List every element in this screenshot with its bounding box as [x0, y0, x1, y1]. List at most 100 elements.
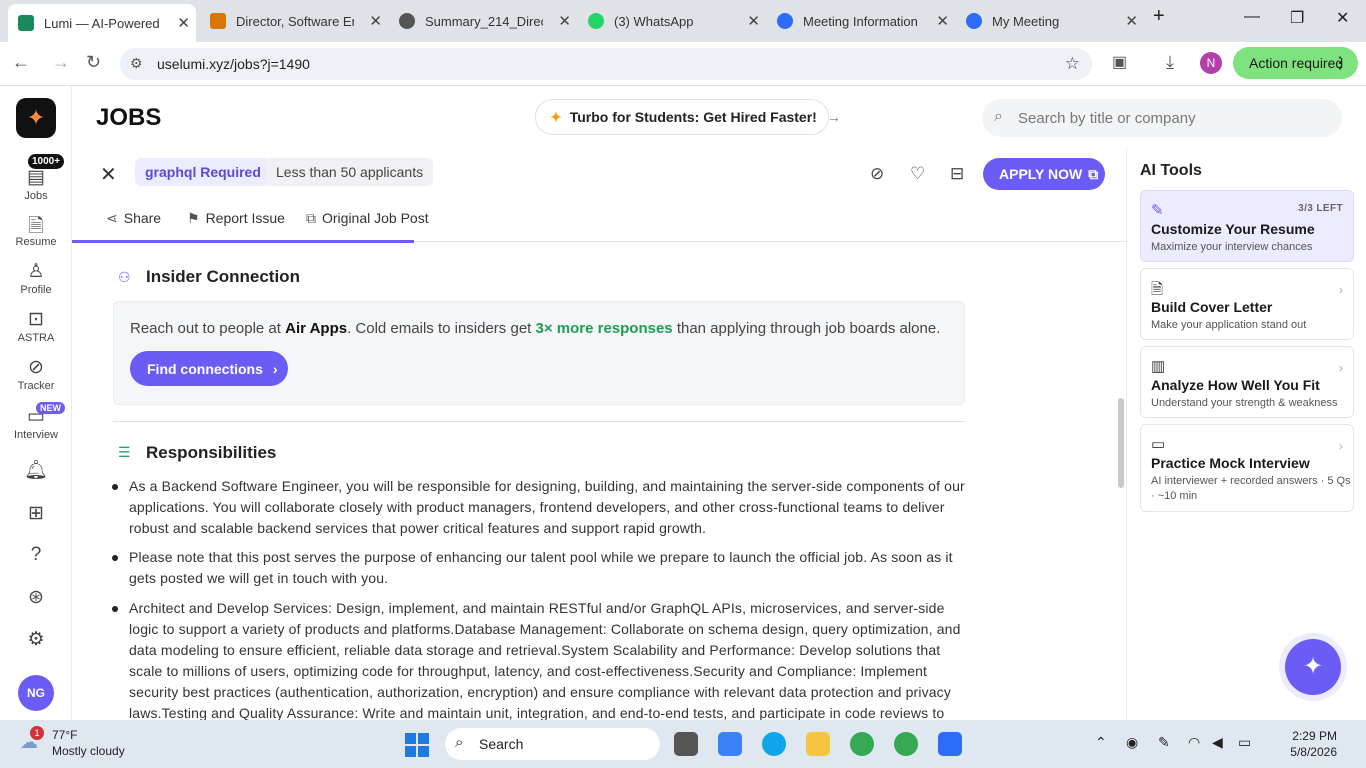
sidebar-item-jobs[interactable]: ▤ Jobs — [0, 166, 72, 202]
chevron-right-icon: › — [1339, 283, 1343, 297]
security-icon[interactable]: ◉ — [1126, 734, 1138, 751]
show-hidden-icons-icon[interactable]: ⌃ — [1095, 734, 1107, 751]
job-description-content: ⚇ Insider Connection Reach out to people… — [88, 243, 1100, 720]
file-explorer-icon[interactable] — [806, 732, 830, 756]
screen-cast-icon[interactable]: ▣ — [1112, 52, 1127, 72]
clock[interactable]: 2:29 PM 5/8/2026 — [1277, 728, 1337, 760]
customize-resume-card[interactable]: ✎ 3/3 LEFT Customize Your Resume Maximiz… — [1140, 190, 1354, 262]
archive-icon[interactable]: ⊟ — [950, 164, 964, 184]
start-button[interactable] — [405, 733, 429, 757]
close-tab-icon[interactable]: ✕ — [558, 12, 571, 30]
close-tab-icon[interactable]: ✕ — [747, 12, 760, 30]
gift-icon: ⊞ — [28, 503, 44, 524]
zoom-icon — [966, 13, 982, 29]
zoom-icon[interactable] — [938, 732, 962, 756]
share-button[interactable]: ⋖ Share — [106, 210, 161, 227]
lumi-logo-icon[interactable]: ✦ — [16, 98, 56, 138]
sidebar-item-notifications[interactable]: 🔔︎ — [0, 458, 72, 481]
tab-title: Lumi — AI-Powered Jc — [44, 15, 162, 31]
battery-icon[interactable]: ▭ — [1238, 734, 1251, 751]
chrome-profile-icon[interactable] — [894, 732, 918, 756]
scrollbar[interactable] — [1116, 243, 1126, 720]
ai-assistant-fab[interactable]: ✦ — [1285, 639, 1341, 695]
list-check-icon: ☰ — [118, 444, 131, 460]
sidebar-item-help[interactable]: ? — [0, 544, 72, 566]
close-tab-icon[interactable]: ✕ — [177, 14, 190, 32]
sidebar-item-profile[interactable]: ♙ Profile — [0, 260, 72, 296]
url-text[interactable]: uselumi.xyz/jobs?j=1490 — [157, 56, 310, 72]
sidebar-item-support[interactable]: ⊛ — [0, 586, 72, 608]
sidebar-item-tracker[interactable]: ⊘ Tracker — [0, 356, 72, 392]
address-bar[interactable]: ⚙ uselumi.xyz/jobs?j=1490 ☆ — [120, 48, 1092, 80]
person-icon: ♙ — [27, 261, 45, 282]
share-icon: ⋖ — [106, 210, 118, 226]
tab-lumi[interactable]: Lumi — AI-Powered Jc ✕ — [8, 4, 196, 42]
tab-title: (3) WhatsApp — [614, 13, 694, 29]
sidebar-item-resume[interactable]: 🗎 Resume — [0, 212, 72, 248]
forward-icon[interactable]: → — [52, 52, 70, 73]
close-tab-icon[interactable]: ✕ — [369, 12, 382, 30]
volume-icon[interactable]: ◀ — [1212, 734, 1223, 751]
more-menu-icon[interactable]: ⋮ — [1332, 53, 1348, 73]
check-circle-icon: ⊘ — [28, 357, 44, 378]
original-job-post-link[interactable]: ⧉ Original Job Post — [306, 210, 429, 227]
promo-label: Turbo for Students: Get Hired Faster! — [569, 109, 817, 125]
bookmark-star-icon[interactable]: ☆ — [1065, 54, 1080, 74]
tab-meeting-info[interactable]: Meeting Information ✕ — [767, 5, 955, 37]
heart-icon[interactable]: ♡ — [910, 164, 925, 184]
close-window-icon[interactable]: ✕ — [1336, 8, 1349, 28]
sidebar-item-settings[interactable]: ⚙ — [0, 628, 72, 650]
scrollbar-thumb[interactable] — [1118, 398, 1124, 488]
back-icon[interactable]: ← — [12, 52, 30, 73]
time: 2:29 PM — [1292, 729, 1337, 743]
chevron-right-icon: › — [272, 361, 278, 377]
browser-toolbar: ← → ↻ ⚙ uselumi.xyz/jobs?j=1490 ☆ ▣ ⤓ N … — [0, 42, 1366, 86]
video-icon: ▭ — [1151, 436, 1166, 453]
action-required-label: Action required — [1249, 55, 1344, 71]
tab-my-meeting[interactable]: My Meeting ✕ — [956, 5, 1144, 37]
taskbar-search[interactable]: ⌕ Search — [445, 728, 660, 760]
build-cover-letter-card[interactable]: 🗎 › Build Cover Letter Make your applica… — [1140, 268, 1354, 340]
maximize-icon[interactable]: ❐ — [1290, 8, 1304, 28]
edge-icon[interactable] — [762, 732, 786, 756]
chrome-icon[interactable] — [850, 732, 874, 756]
site-info-icon[interactable]: ⚙ — [130, 55, 143, 72]
copilot-icon[interactable] — [718, 732, 742, 756]
hide-icon[interactable]: ⊘ — [870, 164, 884, 184]
download-icon[interactable]: ⤓ — [1166, 52, 1174, 73]
ai-tools-title: AI Tools — [1140, 162, 1202, 179]
find-connections-button[interactable]: Find connections › — [130, 351, 288, 386]
user-avatar[interactable]: NG — [18, 675, 54, 711]
tab-director[interactable]: Director, Software Eng ✕ — [200, 5, 388, 37]
share-label: Share — [123, 210, 162, 226]
tab-summary[interactable]: Summary_214_Directo ✕ — [389, 5, 577, 37]
chevron-right-icon: › — [1339, 439, 1343, 453]
pen-icon[interactable]: ✎ — [1158, 734, 1170, 751]
turbo-promo-button[interactable]: ✦ Turbo for Students: Get Hired Faster! → — [535, 99, 841, 135]
new-tab-icon[interactable]: + — [1153, 5, 1165, 28]
analyze-fit-card[interactable]: ▥ › Analyze How Well You Fit Understand … — [1140, 346, 1354, 418]
close-icon[interactable]: ✕ — [100, 162, 117, 187]
job-search-input[interactable]: ⌕ Search by title or company — [982, 99, 1342, 137]
apply-now-button[interactable]: APPLY NOW ⧉ — [983, 158, 1105, 190]
skill-required-tag: graphql Required — [135, 158, 271, 186]
close-tab-icon[interactable]: ✕ — [936, 12, 949, 30]
sidebar-item-rewards[interactable]: ⊞ — [0, 502, 72, 524]
tool-title: Customize Your Resume — [1151, 221, 1315, 237]
sidebar-item-astra[interactable]: ⊡ ASTRA — [0, 308, 72, 344]
wifi-icon[interactable]: ◠ — [1188, 734, 1200, 751]
action-required-button[interactable]: Action required ⋮ — [1233, 47, 1358, 79]
flag-icon: ⚑ — [187, 210, 200, 226]
task-view-icon[interactable] — [674, 732, 698, 756]
search-placeholder: Search by title or company — [1018, 110, 1196, 127]
report-issue-button[interactable]: ⚑ Report Issue — [187, 210, 285, 227]
reload-icon[interactable]: ↻ — [86, 52, 101, 73]
profile-avatar[interactable]: N — [1200, 52, 1222, 74]
mock-interview-card[interactable]: ▭ › Practice Mock Interview AI interview… — [1140, 424, 1354, 512]
sidebar-item-label: Interview — [13, 429, 59, 441]
bell-icon: 🔔︎ — [23, 460, 49, 481]
close-tab-icon[interactable]: ✕ — [1125, 12, 1138, 30]
minimize-icon[interactable]: — — [1244, 8, 1260, 26]
tab-whatsapp[interactable]: (3) WhatsApp ✕ — [578, 5, 766, 37]
site-favicon-icon — [210, 13, 226, 29]
